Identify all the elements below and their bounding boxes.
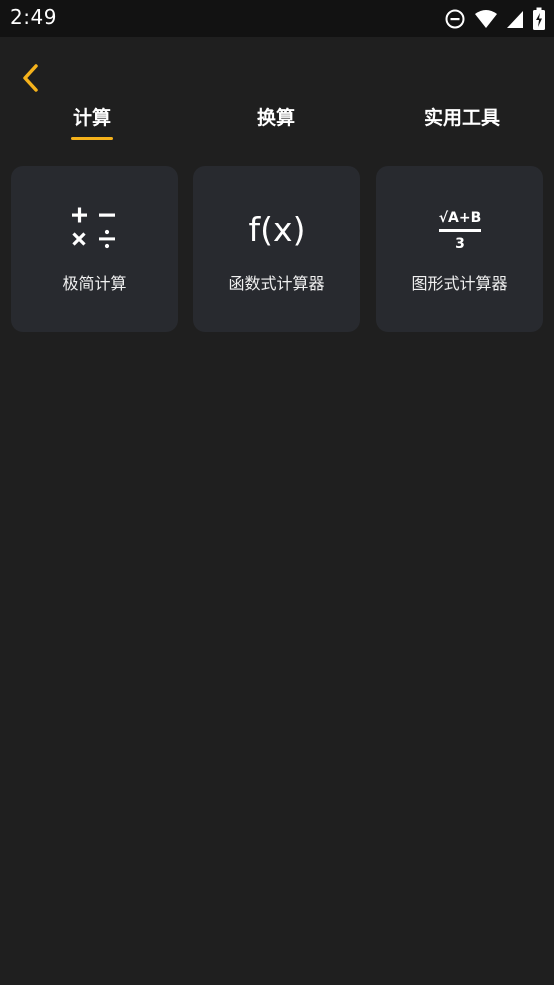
status-time: 2:49 xyxy=(10,5,57,29)
function-fx-icon: f(x) xyxy=(193,204,360,254)
chevron-left-icon xyxy=(20,63,42,97)
function-fx-icon-text: f(x) xyxy=(248,210,305,249)
card-simple-calculator-label: 极简计算 xyxy=(62,274,127,293)
battery-charging-icon xyxy=(532,7,546,31)
do-not-disturb-icon xyxy=(444,8,466,30)
card-function-calculator[interactable]: f(x) 函数式计算器 xyxy=(193,166,360,332)
back-button[interactable] xyxy=(14,62,48,98)
sqrt-fraction-icon: √A+B 3 xyxy=(376,204,543,254)
tab-utility-tools[interactable]: 实用工具 xyxy=(410,104,514,144)
sqrt-fraction-icon-denominator: 3 xyxy=(455,236,465,252)
card-graphing-calculator[interactable]: √A+B 3 图形式计算器 xyxy=(376,166,543,332)
tab-convert[interactable]: 换算 xyxy=(244,104,308,144)
card-function-calculator-label: 函数式计算器 xyxy=(228,274,325,293)
tab-calculate-label: 计算 xyxy=(72,107,111,129)
card-simple-calculator[interactable]: 极简计算 xyxy=(11,166,178,332)
status-bar: 2:49 xyxy=(0,0,554,37)
tab-utility-tools-label: 实用工具 xyxy=(423,107,500,129)
status-icons xyxy=(444,7,546,31)
active-tab-indicator xyxy=(71,137,113,140)
card-graphing-calculator-label: 图形式计算器 xyxy=(411,274,508,293)
tab-convert-label: 换算 xyxy=(256,107,295,129)
cellular-signal-icon xyxy=(506,9,524,29)
tab-calculate[interactable]: 计算 xyxy=(60,104,124,144)
sqrt-fraction-icon-numerator: √A+B xyxy=(438,210,481,226)
basic-operators-icon xyxy=(11,204,178,254)
wifi-icon xyxy=(474,9,498,29)
